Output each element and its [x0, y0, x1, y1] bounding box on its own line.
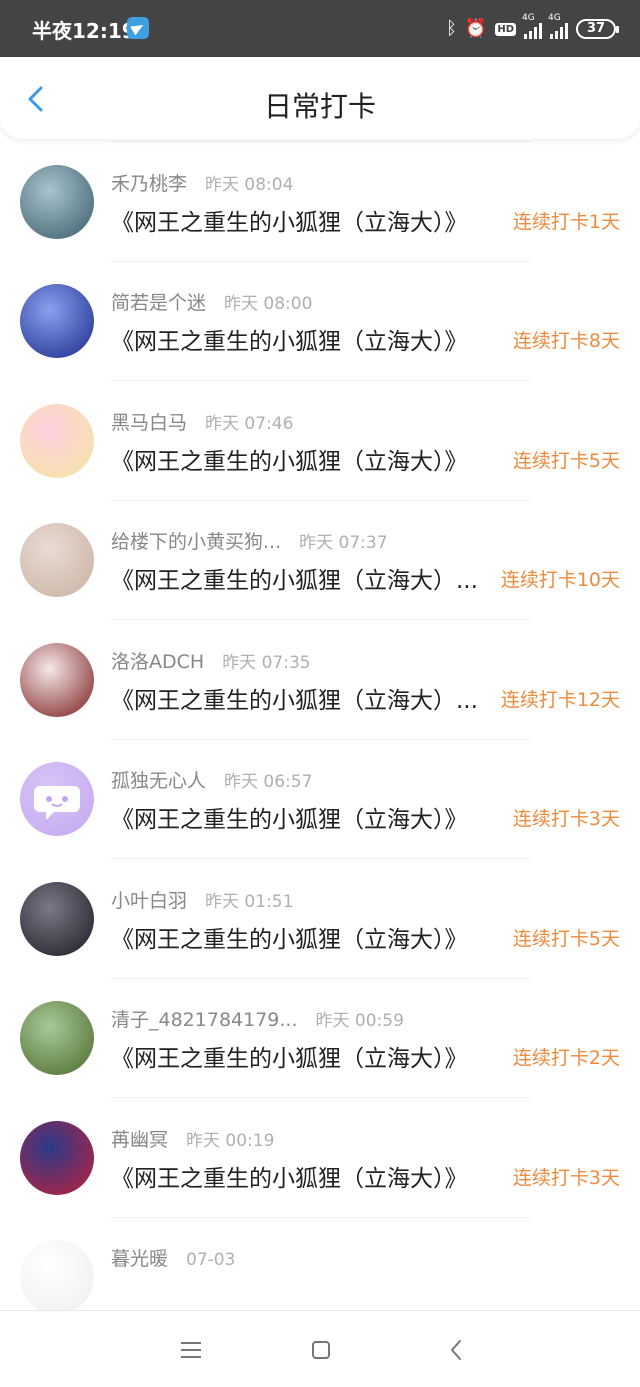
back-nav-icon[interactable] [444, 1337, 470, 1363]
avatar[interactable] [20, 881, 94, 956]
book-title[interactable]: 《网王之重生的小狐狸（立海大）》 [111, 1039, 468, 1073]
checkin-time: 昨天 07:35 [222, 652, 311, 673]
user-name[interactable]: 给楼下的小黄买狗... [111, 527, 281, 554]
list-item[interactable]: 洛洛ADCH 昨天 07:35 《网王之重生的小狐狸（立海大）... 连续打卡12天 [0, 633, 640, 753]
checkin-time: 昨天 07:46 [205, 413, 294, 434]
entry-meta: 苒幽冥 昨天 00:19 [111, 1125, 274, 1152]
list-item[interactable]: 孤独无心人 昨天 06:57 《网王之重生的小狐狸（立海大）》 连续打卡3天 [0, 752, 640, 872]
signal-icon: 4G [522, 13, 542, 39]
list-item[interactable]: 清子_4821784179... 昨天 00:59 《网王之重生的小狐狸（立海大）》… [0, 991, 640, 1111]
divider [111, 260, 531, 262]
entry-meta: 清子_4821784179... 昨天 00:59 [111, 1005, 404, 1032]
divider [111, 619, 531, 620]
list-item[interactable]: 暮光暖 07-03 [0, 1230, 640, 1310]
book-title[interactable]: 《网王之重生的小狐狸（立海大）》 [111, 442, 468, 476]
user-name[interactable]: 禾乃桃李 [111, 169, 187, 196]
telegram-icon [127, 17, 149, 39]
user-name[interactable]: 清子_4821784179... [111, 1005, 298, 1032]
user-name[interactable]: 黑马白马 [111, 408, 187, 435]
app-header: 日常打卡 [0, 57, 640, 139]
streak-label: 连续打卡12天 [500, 688, 620, 711]
divider [111, 1097, 531, 1098]
entry-meta: 给楼下的小黄买狗... 昨天 07:37 [111, 527, 388, 554]
user-name[interactable]: 洛洛ADCH [111, 647, 204, 674]
user-name[interactable]: 孤独无心人 [111, 766, 206, 793]
avatar[interactable] [20, 523, 94, 597]
streak-label: 连续打卡5天 [512, 449, 620, 472]
checkin-time: 昨天 08:04 [205, 174, 294, 195]
entry-meta: 暮光暖 07-03 [111, 1244, 235, 1271]
book-title[interactable]: 《网王之重生的小狐狸（立海大）》 [111, 920, 468, 954]
list-item[interactable]: 给楼下的小黄买狗... 昨天 07:37 《网王之重生的小狐狸（立海大）... 连续打… [0, 513, 640, 633]
signal-icon: 4G [548, 13, 568, 39]
hd-icon: HD [495, 22, 516, 36]
book-title[interactable]: 《网王之重生的小狐狸（立海大）》 [111, 800, 468, 834]
streak-label: 连续打卡2天 [512, 1047, 620, 1069]
system-nav-bar [0, 1310, 640, 1387]
status-icons: ᛒ ⏰ HD 4G 4G 37 [446, 13, 619, 42]
divider [111, 380, 531, 381]
streak-label: 连续打卡1天 [512, 210, 620, 233]
book-title[interactable]: 《网王之重生的小狐狸（立海大）》 [111, 1159, 468, 1193]
checkin-time: 07-03 [186, 1250, 236, 1270]
status-time: 半夜12:19 [32, 19, 136, 43]
book-title[interactable]: 《网王之重生的小狐狸（立海大）》 [111, 322, 468, 356]
streak-label: 连续打卡10天 [500, 569, 620, 591]
avatar[interactable] [20, 1120, 94, 1195]
book-title[interactable]: 《网王之重生的小狐狸（立海大）... [111, 561, 478, 595]
user-name[interactable]: 小叶白羽 [111, 886, 187, 913]
list-item[interactable]: 禾乃桃李 昨天 08:04 《网王之重生的小狐狸（立海大）》 连续打卡1天 [0, 155, 640, 275]
checkin-time: 昨天 08:00 [224, 294, 313, 314]
book-title[interactable]: 《网王之重生的小狐狸（立海大）》 [111, 203, 468, 237]
entry-meta: 小叶白羽 昨天 01:51 [111, 886, 293, 913]
streak-label: 连续打卡8天 [512, 330, 620, 352]
book-title[interactable]: 《网王之重生的小狐狸（立海大）... [111, 681, 478, 715]
entry-meta: 洛洛ADCH 昨天 07:35 [111, 647, 311, 674]
avatar[interactable] [20, 164, 94, 239]
bluetooth-icon: ᛒ [446, 18, 457, 39]
avatar[interactable] [20, 1240, 94, 1310]
user-name[interactable]: 简若是个迷 [111, 288, 206, 315]
alarm-icon: ⏰ [464, 18, 488, 39]
list-item[interactable]: 黑马白马 昨天 07:46 《网王之重生的小狐狸（立海大）》 连续打卡5天 [0, 394, 640, 514]
streak-label: 连续打卡3天 [512, 808, 620, 830]
entry-meta: 黑马白马 昨天 07:46 [111, 408, 293, 435]
status-bar: 半夜12:19 ᛒ ⏰ HD 4G 4G 37 [0, 0, 640, 57]
list-item[interactable]: 简若是个迷 昨天 08:00 《网王之重生的小狐狸（立海大）》 连续打卡8天 [0, 274, 640, 394]
checkin-list[interactable]: 《网王之重生的小狐狸（立海大）》 连续打卡1天 禾乃桃李昨天 08:04 《网王之重生… [0, 100, 640, 1310]
entry-meta: 孤独无心人 昨天 06:57 [111, 766, 312, 793]
avatar[interactable] [20, 1001, 94, 1075]
checkin-time: 昨天 07:37 [299, 533, 388, 553]
chat-bubble-icon [34, 786, 80, 820]
user-name[interactable]: 苒幽冥 [111, 1125, 168, 1152]
avatar[interactable] [20, 403, 94, 478]
user-name[interactable]: 暮光暖 [111, 1244, 168, 1271]
divider [111, 499, 531, 501]
streak-label: 连续打卡5天 [512, 927, 620, 950]
checkin-time: 昨天 00:59 [315, 1011, 404, 1031]
divider [111, 977, 531, 979]
streak-label: 连续打卡3天 [512, 1166, 620, 1189]
divider [111, 141, 531, 142]
divider [111, 738, 531, 740]
checkin-time: 昨天 06:57 [224, 772, 313, 792]
checkin-time: 昨天 00:19 [186, 1130, 275, 1151]
list-item[interactable]: 小叶白羽 昨天 01:51 《网王之重生的小狐狸（立海大）》 连续打卡5天 [0, 872, 640, 992]
avatar[interactable] [20, 642, 94, 717]
entry-meta: 禾乃桃李 昨天 08:04 [111, 169, 293, 196]
avatar[interactable] [20, 762, 94, 836]
battery-icon: 37 [576, 19, 619, 39]
menu-icon[interactable] [178, 1337, 204, 1363]
page-title: 日常打卡 [263, 90, 376, 123]
list-item[interactable]: 苒幽冥 昨天 00:19 《网王之重生的小狐狸（立海大）》 连续打卡3天 [0, 1111, 640, 1231]
divider [111, 858, 531, 859]
avatar[interactable] [20, 284, 94, 358]
checkin-time: 昨天 01:51 [205, 891, 294, 912]
divider [111, 1216, 531, 1218]
home-icon[interactable] [308, 1337, 334, 1363]
entry-meta: 简若是个迷 昨天 08:00 [111, 288, 312, 315]
